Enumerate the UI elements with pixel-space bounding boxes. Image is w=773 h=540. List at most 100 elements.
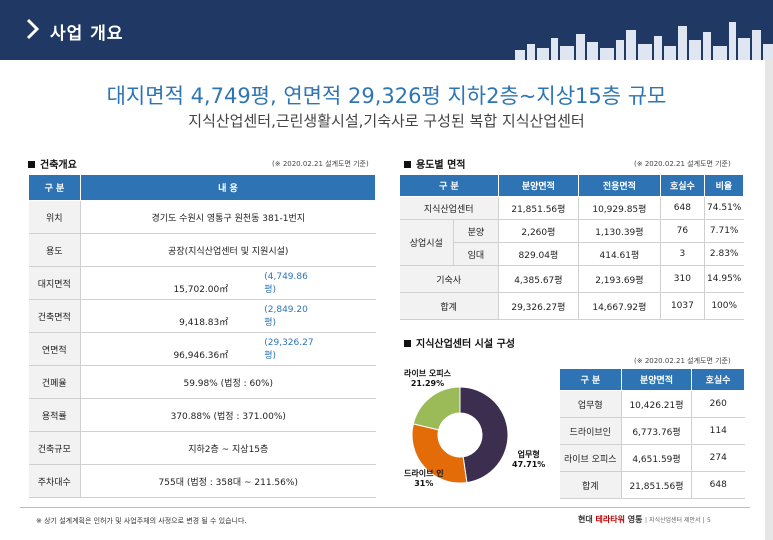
table-row: 기숙사 4,385.67평 2,193.69평 310 14.95% [399, 265, 744, 293]
table-row: 합계 29,326.27평 14,667.92평 1037 100% [399, 292, 744, 320]
page-title: 사업 개요 [50, 24, 124, 44]
row-label: 합계 [399, 292, 499, 320]
column-header: 전용면적 [577, 174, 661, 197]
row-label: 용도 [28, 233, 81, 267]
cell: 648 [691, 471, 745, 499]
table-header-row: 구 분 분양면적 호실수 [559, 368, 745, 391]
row-label: 위치 [28, 200, 81, 234]
overview-title-text: 건축개요 [40, 160, 77, 171]
chevron-right-icon [26, 18, 40, 40]
footnote: ※ 상기 설계계획은 인허가 및 사업주체의 사정으로 변경 될 수 있습니다. [36, 517, 247, 525]
table-row: 용적률 370.88% (법정 : 371.00%) [28, 398, 376, 432]
cell: 1037 [659, 292, 705, 320]
row-label: 드라이브인 [559, 417, 622, 445]
brand-suffix: 영통 [624, 515, 643, 524]
subheadline: 지식산업센터,근린생활시설,기숙사로 구성된 복합 지식산업센터 [188, 112, 585, 130]
table-row: 위치 경기도 수원시 영통구 원천동 381-1번지 [28, 200, 376, 234]
overview-section-title: 건축개요 [28, 156, 77, 171]
row-label: 건축규모 [28, 431, 81, 465]
row-label: 대지면적 [28, 266, 81, 300]
headline: 대지면적 4,749평, 연면적 29,326평 지하2층~지상15층 규모 [106, 84, 667, 108]
row-sublabel: 분양 [453, 219, 499, 243]
row-label: 업무형 [559, 390, 622, 418]
column-header: 구 분 [28, 174, 81, 201]
row-value: 공장(지식산업센터 및 지원시설) [80, 233, 376, 267]
cell: 29,326.27평 [497, 292, 579, 320]
cell: 4,385.67평 [497, 265, 579, 293]
cell: 14,667.92평 [577, 292, 661, 320]
row-value: 59.98% (법정 : 60%) [80, 365, 376, 399]
row-value-pyeong: (4,749.86평) [264, 271, 308, 295]
cell: 114 [691, 417, 745, 445]
brand-name: 테라타워 [595, 515, 625, 524]
slice-name: 업무형 [517, 450, 540, 459]
table-row: 합계 21,851.56평 648 [559, 471, 745, 499]
brand-prefix: 현대 [578, 515, 596, 524]
slice-percent: 21.29% [410, 379, 445, 388]
table-header-row: 구 분 내 용 [28, 174, 376, 201]
column-header: 호실수 [691, 368, 745, 391]
usage-table: 구 분 분양면적 전용면적 호실수 비율 지식산업센터 21,851.56평 1… [399, 174, 745, 320]
header-bar: 사업 개요 [0, 0, 773, 60]
slice-percent: 31% [414, 479, 434, 488]
page-number: 5 [707, 517, 711, 524]
cell: 648 [659, 196, 705, 220]
table-row: 지식산업센터 21,851.56평 10,929.85평 648 74.51% [399, 196, 744, 220]
column-header: 분양면적 [621, 368, 692, 391]
row-value: 지하2층 ~ 지상15층 [80, 431, 376, 465]
row-value-cell: 15,702.00㎡ (4,749.86평) [80, 266, 376, 300]
row-value: 96,946.36㎡ [173, 350, 229, 361]
facility-note: (※ 2020.02.21 설계도면 기준) [634, 357, 731, 365]
table-row: 건축면적 9,418.83㎡ (2,849.20평) [28, 299, 376, 333]
column-header: 분양면적 [497, 174, 579, 197]
row-label: 기숙사 [399, 265, 499, 293]
cell: 7.71% [703, 219, 744, 243]
row-value: 9,418.83㎡ [179, 317, 229, 328]
usage-title-text: 용도별 면적 [416, 160, 466, 171]
table-row: 건축규모 지하2층 ~ 지상15층 [28, 431, 376, 465]
row-value-pyeong: (29,326.27평) [264, 337, 314, 361]
table-row: 용도 공장(지식산업센터 및 지원시설) [28, 233, 376, 267]
facility-section-title: 지식산업센터 시설 구성 [404, 335, 515, 350]
row-value: 경기도 수원시 영통구 원천동 381-1번지 [80, 200, 376, 234]
cell: 2.83% [703, 242, 744, 266]
slice-name: 라이브 오피스 [404, 369, 451, 378]
cell: 1,130.39평 [577, 219, 661, 243]
donut-slice-0 [459, 386, 509, 484]
row-label: 건폐율 [28, 365, 81, 399]
row-label: 합계 [559, 471, 622, 499]
column-header: 구 분 [559, 368, 622, 391]
row-label: 용적률 [28, 398, 81, 432]
overview-table: 구 분 내 용 위치 경기도 수원시 영통구 원천동 381-1번지 용도 공장… [28, 174, 376, 498]
table-row: 대지면적 15,702.00㎡ (4,749.86평) [28, 266, 376, 300]
facility-title-text: 지식산업센터 시설 구성 [416, 339, 515, 350]
table-row: 드라이브인 6,773.76평 114 [559, 417, 745, 445]
table-row: 건폐율 59.98% (법정 : 60%) [28, 365, 376, 399]
footer-divider [20, 507, 750, 508]
overview-note: (※ 2020.02.21 설계도면 기준) [272, 160, 369, 168]
pie-label-live-office: 라이브 오피스 21.29% [404, 369, 451, 389]
pie-label-office: 업무형 47.71% [512, 450, 545, 470]
row-value: 370.88% (법정 : 371.00%) [80, 398, 376, 432]
cell: 21,851.56평 [497, 196, 579, 220]
table-row: 라이브 오피스 4,651.59평 274 [559, 444, 745, 472]
column-header: 비율 [703, 174, 745, 197]
row-label: 상업시설 [399, 219, 454, 266]
cell: 2,260평 [497, 219, 579, 243]
row-label: 건축면적 [28, 299, 81, 333]
cell: 260 [691, 390, 745, 418]
row-value: 755대 (법정 : 358대 ~ 211.56%) [80, 464, 376, 498]
city-skyline-graphic [515, 22, 773, 60]
footer-brand: 현대 테라타워 영통 | 지식산업센터 제안서 | 5 [578, 514, 711, 525]
row-value-pyeong: (2,849.20평) [264, 304, 308, 328]
slice-percent: 47.71% [512, 460, 546, 469]
column-header: 내 용 [80, 174, 376, 201]
brand-subtitle: | 지식산업센터 제안서 | [645, 517, 705, 524]
cell: 6,773.76평 [621, 417, 692, 445]
row-value-cell: 96,946.36㎡ (29,326.27평) [80, 332, 376, 366]
column-header: 구 분 [399, 174, 499, 197]
cell: 10,929.85평 [577, 196, 661, 220]
row-sublabel: 임대 [453, 242, 499, 266]
cell: 21,851.56평 [621, 471, 692, 499]
square-bullet-icon [28, 160, 35, 168]
